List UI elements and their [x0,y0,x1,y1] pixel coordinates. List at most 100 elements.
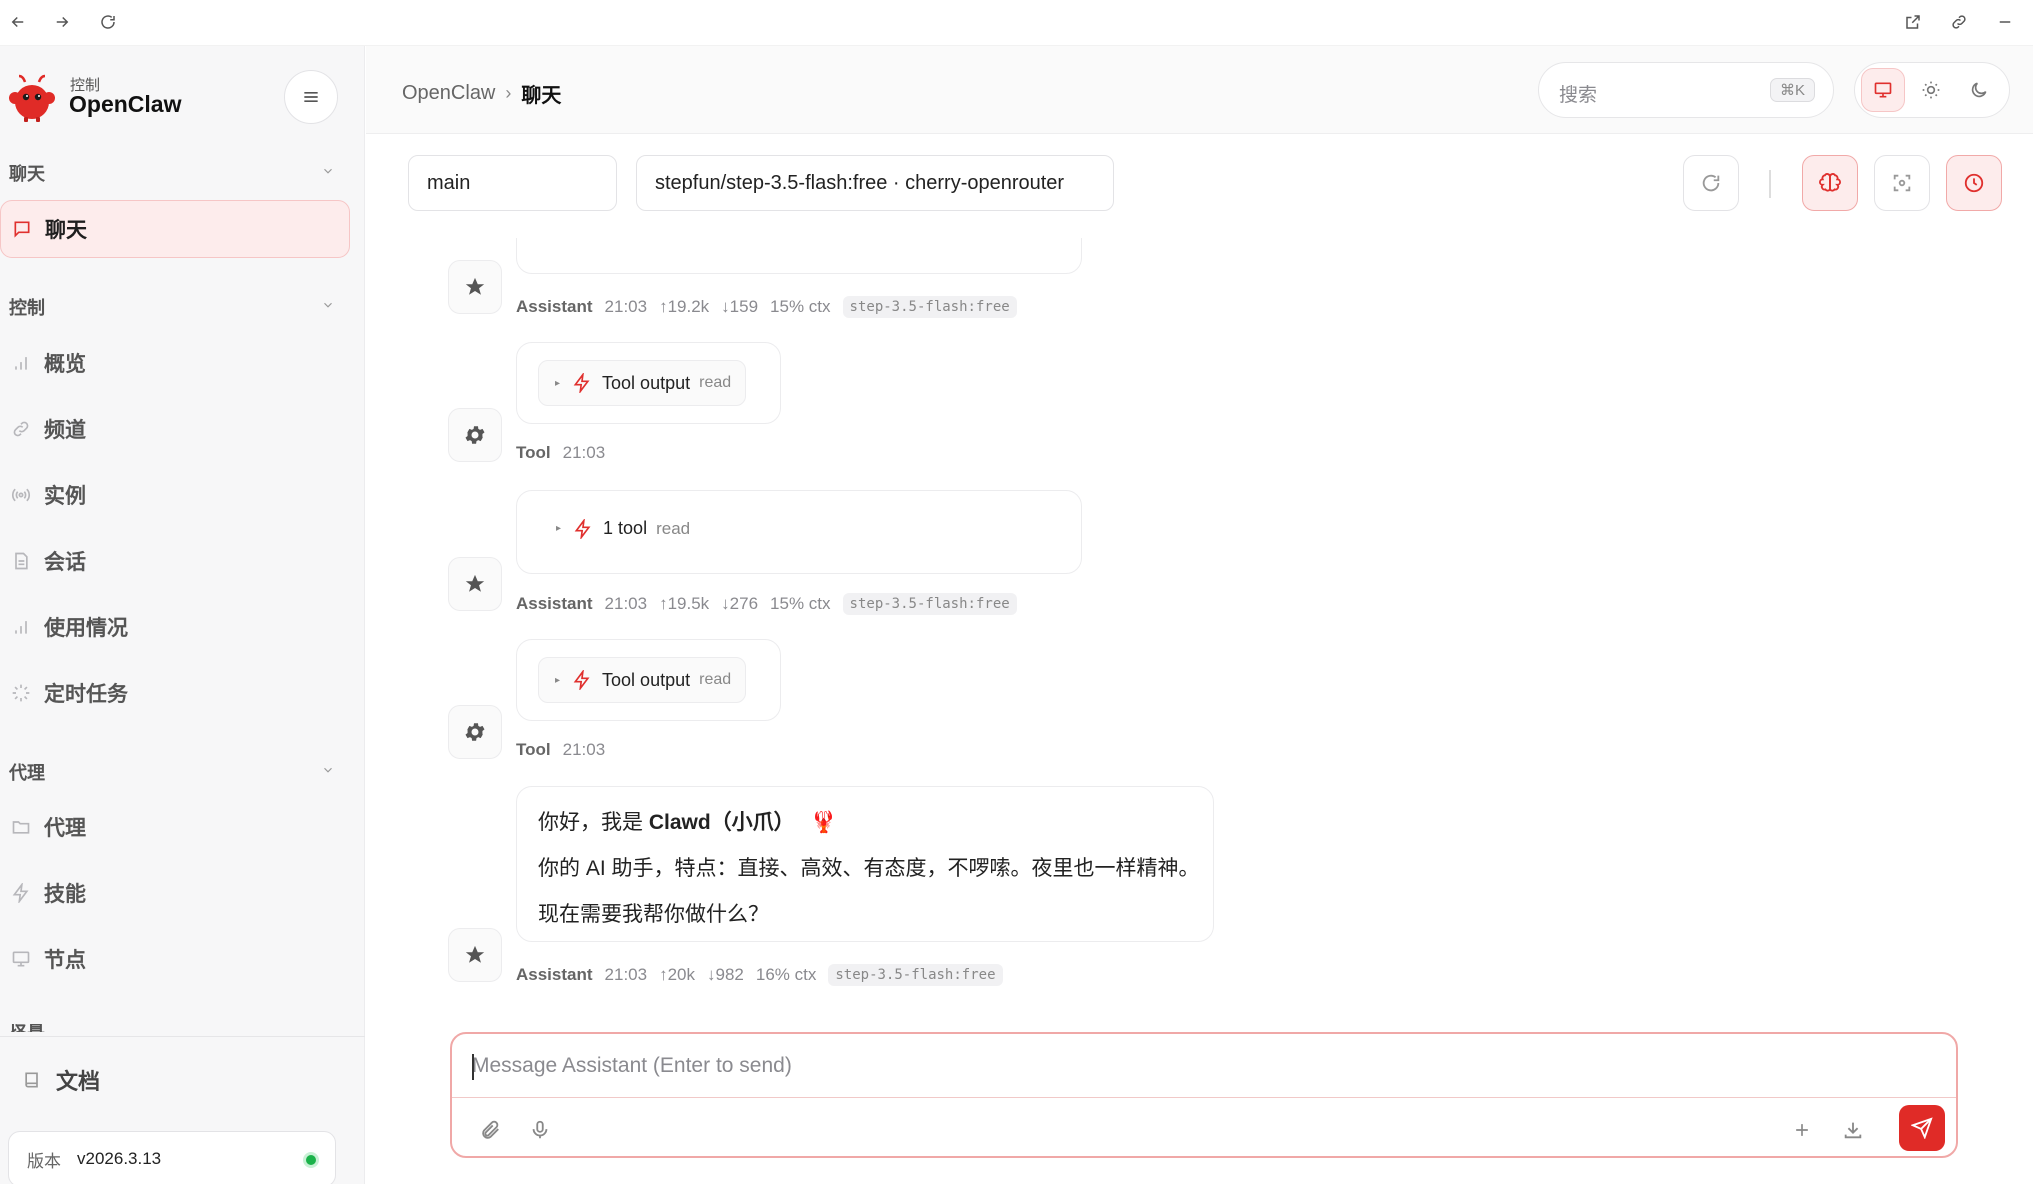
loader-icon [10,682,32,704]
assistant-avatar [448,260,502,314]
theme-dark-button[interactable] [1957,68,2001,112]
version-label: 版本 [27,1151,61,1171]
monitor-icon [1874,82,1892,98]
version-value: v2026.3.13 [77,1149,162,1168]
sidebar-item-nodes[interactable]: 节点 [0,930,350,988]
message-line: 你的 AI 助手，特点：直接、高效、有态度，不啰嗦。夜里也一样精神。 [538,857,1200,880]
sidebar-item-instances[interactable]: 实例 [0,466,350,524]
breadcrumb-current: 聊天 [521,85,562,107]
tool-output-toggle[interactable]: ▸ Tool output read [538,360,747,406]
microphone-icon [532,1120,548,1139]
send-button[interactable] [1899,1105,1945,1151]
search-input[interactable]: 搜索 ⌘K [1538,62,1834,118]
session-select[interactable]: main [408,155,617,211]
monitor-icon [10,948,32,970]
brand-name: OpenClaw [69,91,182,117]
version-card: 版本 v2026.3.13 [8,1131,336,1184]
message-bubble [516,238,1082,274]
breadcrumb-separator: › [505,83,512,103]
sidebar: 控制 OpenClaw 聊天 聊天 控制 概览 频道 实例 会话 使用情况 定时… [0,46,365,1184]
download-icon [1844,1122,1862,1139]
search-placeholder: 搜索 [1559,85,1598,106]
sidebar-item-usage[interactable]: 使用情况 [0,598,350,656]
assistant-avatar [448,557,502,611]
chevron-down-icon [321,763,335,777]
paperclip-icon [482,1120,499,1139]
sidebar-item-agents[interactable]: 代理 [0,798,350,856]
sun-icon [1922,81,1940,99]
star-icon [465,945,485,963]
clock-icon [1964,173,1984,193]
sidebar-item-cron[interactable]: 定时任务 [0,664,350,722]
sidebar-item-sessions[interactable]: 会话 [0,532,350,590]
bar-chart-icon [10,616,32,638]
section-control-header[interactable]: 控制 [9,294,335,320]
send-icon [1911,1117,1933,1139]
breadcrumb: OpenClaw › 聊天 [402,79,561,108]
message-icon [11,218,33,240]
message-line: 现在需要我帮你做什么？ [538,903,769,926]
minimize-icon[interactable] [1991,8,2019,36]
sidebar-item-channels[interactable]: 频道 [0,400,350,458]
reload-icon[interactable] [94,8,122,36]
open-external-icon[interactable] [1899,8,1927,36]
message-input[interactable]: Message Assistant (Enter to send) [452,1034,1956,1098]
section-settings-header[interactable]: 设置 [9,1024,335,1032]
sidebar-item-chat[interactable]: 聊天 [0,200,350,258]
toolbar-divider [1769,170,1771,198]
sidebar-toggle-button[interactable] [284,70,338,124]
folder-icon [10,816,32,838]
back-icon[interactable] [4,8,32,36]
broadcast-icon [10,484,32,506]
document-icon [10,550,32,572]
tool-avatar [448,408,502,462]
model-select[interactable]: stepfun/step-3.5-flash:free · cherry-ope… [636,155,1114,211]
tool-output-toggle[interactable]: ▸ Tool output read [538,657,747,703]
message-meta: Assistant 21:03 ↑19.2k ↓159 15% ctx step… [516,296,1017,318]
voice-button[interactable] [522,1112,558,1148]
focus-mode-button[interactable] [1874,155,1930,211]
refresh-button[interactable] [1683,155,1739,211]
theme-light-button[interactable] [1909,68,1953,112]
lightning-icon [572,670,592,690]
message-meta: Tool 21:03 [516,443,606,462]
section-agent-header[interactable]: 代理 [9,759,335,785]
scan-icon [1893,174,1911,192]
status-dot [303,1152,319,1168]
lightning-icon [573,518,593,539]
chat-thread: Assistant 21:03 ↑19.2k ↓159 15% ctx step… [366,238,2033,998]
forward-icon[interactable] [48,8,76,36]
chevron-down-icon [321,164,335,178]
refresh-icon [1702,174,1720,192]
attach-button[interactable] [472,1112,508,1148]
theme-system-button[interactable] [1861,68,1905,112]
sidebar-item-overview[interactable]: 概览 [0,334,350,392]
tool-call-toggle[interactable]: ▸ 1 tool read [556,518,690,539]
message-composer: Message Assistant (Enter to send) [450,1032,1958,1158]
sidebar-item-docs[interactable]: 文档 [22,1064,100,1096]
breadcrumb-root[interactable]: OpenClaw [402,82,495,105]
history-button[interactable] [1946,155,2002,211]
new-chat-button[interactable] [1784,1112,1820,1148]
model-badge: step-3.5-flash:free [842,296,1017,318]
tool-avatar [448,705,502,759]
thinking-toggle-button[interactable] [1802,155,1858,211]
brain-icon [1819,173,1841,192]
expand-triangle-icon: ▸ [555,674,561,686]
gear-icon [465,723,485,741]
section-chat-header[interactable]: 聊天 [9,160,335,186]
lobster-emoji: 🦞 [810,811,837,834]
plus-icon [1796,1124,1808,1136]
export-button[interactable] [1835,1112,1871,1148]
star-icon [465,574,485,592]
lightning-icon [572,373,592,393]
moon-icon [1971,82,1987,98]
message-line: 你好，我是 Clawd（小爪） 🦞 [538,811,837,834]
sidebar-item-skills[interactable]: 技能 [0,864,350,922]
link-icon[interactable] [1945,8,1973,36]
star-icon [465,277,485,295]
message-meta: Assistant 21:03 ↑19.5k ↓276 15% ctx step… [516,593,1017,615]
expand-triangle-icon: ▸ [556,523,562,534]
text-caret [472,1054,474,1080]
gear-icon [465,426,485,444]
